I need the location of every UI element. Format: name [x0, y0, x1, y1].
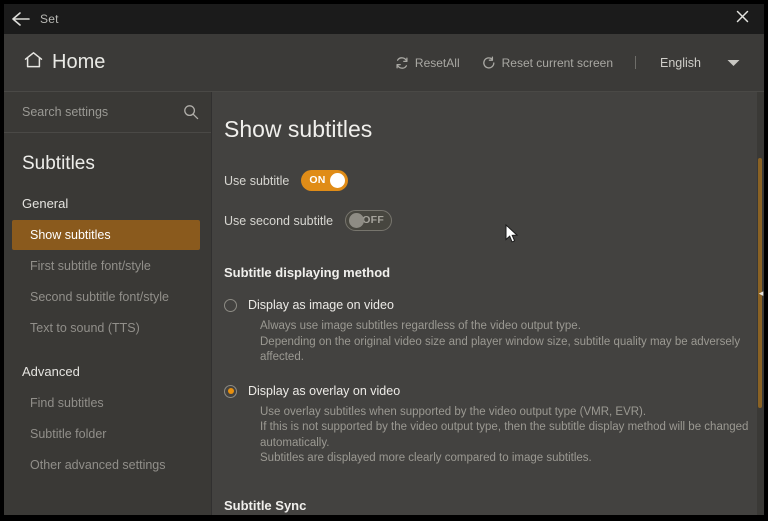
description-line: If this is not supported by the video ou… — [260, 421, 749, 433]
use-subtitle-toggle-state: ON — [309, 174, 326, 186]
radio-display-as-overlay-description: Use overlay subtitles when supported by … — [260, 405, 764, 467]
close-button[interactable] — [720, 4, 764, 34]
use-second-subtitle-row: Use second subtitle OFF — [224, 210, 764, 231]
sidebar-list-advanced: Find subtitles Subtitle folder Other adv… — [4, 387, 211, 480]
use-second-subtitle-toggle-state: OFF — [362, 214, 385, 226]
radio-button-icon — [224, 299, 237, 312]
scroll-marker-icon[interactable]: ◂ — [758, 288, 764, 299]
sidebar-item-find-subtitles[interactable]: Find subtitles — [4, 387, 211, 418]
sidebar: Subtitles General Show subtitles First s… — [4, 92, 212, 515]
use-second-subtitle-label: Use second subtitle — [224, 213, 334, 228]
sidebar-item-text-to-sound[interactable]: Text to sound (TTS) — [4, 312, 211, 343]
use-subtitle-row: Use subtitle ON — [224, 170, 764, 191]
description-line: Always use image subtitles regardless of… — [260, 320, 581, 332]
sidebar-item-subtitle-folder[interactable]: Subtitle folder — [4, 418, 211, 449]
reset-all-button[interactable]: ResetAll — [395, 56, 460, 70]
refresh-icon — [482, 56, 496, 70]
home-label: Home — [52, 51, 106, 73]
header-divider — [635, 56, 636, 69]
sidebar-item-second-subtitle-font-style[interactable]: Second subtitle font/style — [4, 281, 211, 312]
home-button[interactable]: Home — [24, 51, 105, 74]
chevron-down-icon — [727, 54, 740, 72]
home-icon — [24, 51, 43, 74]
window-title: Set — [40, 12, 59, 26]
sidebar-item-first-subtitle-font-style[interactable]: First subtitle font/style — [4, 250, 211, 281]
body-area: Subtitles General Show subtitles First s… — [4, 92, 764, 515]
description-line: automatically. — [260, 436, 330, 449]
description-line: Depending on the original video size and… — [260, 335, 741, 348]
close-icon — [736, 10, 749, 28]
sidebar-group-advanced: Advanced — [22, 364, 80, 379]
search-input[interactable] — [22, 105, 183, 119]
content-inner: Show subtitles Use subtitle ON Use secon… — [212, 92, 764, 515]
app-header: Home ResetAll Reset current screen Engli… — [4, 34, 764, 92]
toggle-knob — [349, 213, 365, 228]
use-subtitle-toggle[interactable]: ON — [301, 170, 349, 191]
back-button[interactable] — [4, 4, 38, 34]
reset-all-label: ResetAll — [414, 55, 460, 70]
description-line: Subtitles are displayed more clearly com… — [260, 452, 592, 464]
title-bar: Set — [4, 4, 764, 34]
sidebar-title: Subtitles — [22, 153, 95, 174]
scrollbar-thumb[interactable] — [758, 158, 762, 408]
settings-content-panel: Show subtitles Use subtitle ON Use secon… — [212, 92, 764, 515]
sidebar-group-general: General — [22, 196, 69, 211]
refresh-icon — [395, 56, 409, 70]
subtitle-displaying-method-heading: Subtitle displaying method — [224, 265, 391, 280]
use-subtitle-label: Use subtitle — [224, 173, 290, 188]
radio-display-as-overlay-label: Display as overlay on video — [248, 383, 401, 398]
content-scrollbar[interactable]: ◂ — [757, 92, 764, 515]
page-title: Show subtitles — [224, 116, 373, 142]
use-second-subtitle-toggle[interactable]: OFF — [345, 210, 393, 231]
sidebar-item-show-subtitles[interactable]: Show subtitles — [12, 220, 200, 250]
radio-display-as-image-description: Always use image subtitles regardless of… — [260, 319, 764, 366]
radio-display-as-image[interactable]: Display as image on video — [224, 298, 764, 312]
arrow-left-icon — [12, 12, 30, 26]
radio-display-as-image-label: Display as image on video — [248, 298, 394, 312]
subtitle-sync-heading: Subtitle Sync — [224, 497, 307, 513]
language-selector[interactable]: English — [660, 56, 701, 70]
description-line: affected. — [260, 351, 304, 363]
search-row — [4, 92, 211, 133]
toggle-knob — [330, 173, 346, 188]
description-line: Use overlay subtitles when supported by … — [260, 405, 647, 418]
language-dropdown-button[interactable] — [727, 54, 740, 72]
radio-display-as-overlay[interactable]: Display as overlay on video — [224, 384, 764, 398]
reset-current-screen-label: Reset current screen — [501, 55, 613, 70]
settings-window: Set Home ResetAll Reset current screen E… — [4, 4, 764, 515]
reset-current-screen-button[interactable]: Reset current screen — [482, 56, 613, 70]
search-icon[interactable] — [183, 104, 199, 120]
sidebar-list-general: Show subtitles First subtitle font/style… — [4, 220, 211, 343]
sidebar-item-other-advanced-settings[interactable]: Other advanced settings — [4, 449, 211, 480]
radio-button-icon — [224, 384, 237, 398]
